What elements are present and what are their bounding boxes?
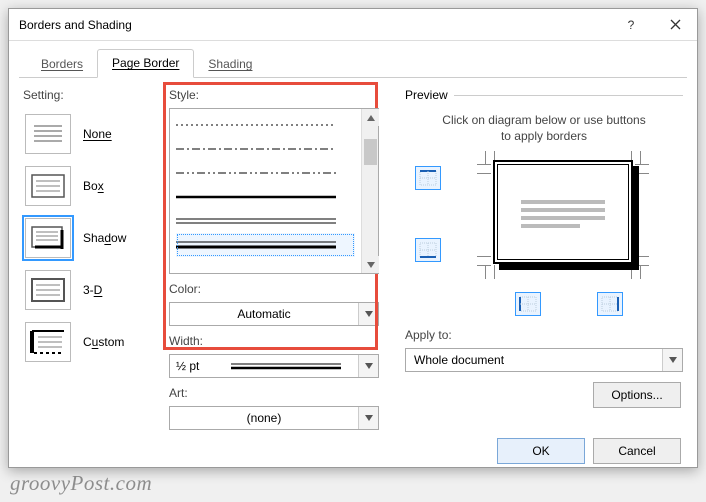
dialog-footer: OK Cancel [9, 434, 697, 467]
style-item[interactable] [176, 161, 355, 185]
setting-custom-label: Custom [83, 335, 124, 349]
tab-shading[interactable]: Shading [194, 51, 266, 78]
preview-label: Preview [405, 88, 448, 102]
chevron-down-icon [358, 407, 378, 429]
chevron-down-icon [662, 349, 682, 371]
cancel-button[interactable]: Cancel [593, 438, 681, 464]
watermark: groovyPost.com [10, 471, 152, 496]
setting-shadow-icon [25, 218, 71, 258]
art-label: Art: [169, 386, 379, 400]
scroll-up-button[interactable] [362, 109, 379, 126]
options-button[interactable]: Options... [593, 382, 681, 408]
tabstrip: Borders Page Border Shading [9, 41, 697, 78]
applyto-dropdown[interactable]: Whole document [405, 348, 683, 372]
chevron-down-icon [358, 303, 378, 325]
color-value: Automatic [170, 307, 358, 321]
width-value: ½ pt [170, 359, 214, 373]
window-title: Borders and Shading [19, 18, 609, 32]
help-button[interactable]: ? [609, 9, 653, 41]
ok-button[interactable]: OK [497, 438, 585, 464]
border-right-button[interactable] [597, 292, 623, 316]
style-item[interactable] [176, 113, 355, 137]
art-value: (none) [170, 411, 358, 425]
setting-none[interactable]: None [23, 108, 163, 160]
setting-box-icon [25, 166, 71, 206]
preview-instruction: Click on diagram below or use buttonsto … [425, 112, 663, 144]
setting-none-label: None [83, 127, 112, 141]
style-label: Style: [169, 88, 379, 102]
border-left-button[interactable] [515, 292, 541, 316]
style-item[interactable] [176, 209, 355, 233]
setting-none-icon [25, 114, 71, 154]
width-label: Width: [169, 334, 379, 348]
style-item-selected[interactable] [176, 233, 355, 257]
width-preview [214, 362, 358, 370]
chevron-down-icon [358, 355, 378, 377]
width-dropdown[interactable]: ½ pt [169, 354, 379, 378]
style-item[interactable] [176, 185, 355, 209]
style-item[interactable] [176, 137, 355, 161]
scroll-thumb[interactable] [364, 139, 377, 165]
titlebar: Borders and Shading ? [9, 9, 697, 41]
border-top-button[interactable] [415, 166, 441, 190]
setting-box[interactable]: Box [23, 160, 163, 212]
preview-diagram [405, 152, 683, 302]
borders-shading-dialog: Borders and Shading ? Borders Page Borde… [8, 8, 698, 468]
setting-box-label: Box [83, 179, 104, 193]
style-group: Style: [169, 88, 379, 430]
setting-group: Setting: None Box [23, 88, 163, 430]
setting-3d-label: 3-3-DD [83, 283, 102, 297]
preview-group: Preview Click on diagram below or use bu… [385, 88, 683, 430]
setting-custom-icon [25, 322, 71, 362]
close-button[interactable] [653, 9, 697, 41]
tab-page-border[interactable]: Page Border [97, 49, 194, 78]
scroll-down-button[interactable] [362, 256, 379, 273]
preview-page[interactable] [493, 160, 633, 264]
applyto-value: Whole document [406, 353, 662, 367]
color-dropdown[interactable]: Automatic [169, 302, 379, 326]
setting-label: Setting: [23, 88, 163, 102]
setting-3d-icon [25, 270, 71, 310]
applyto-label: Apply to: [405, 328, 683, 342]
color-label: Color: [169, 282, 379, 296]
style-scrollbar[interactable] [361, 109, 378, 273]
art-dropdown[interactable]: (none) [169, 406, 379, 430]
setting-3d[interactable]: 3-3-DD [23, 264, 163, 316]
border-bottom-button[interactable] [415, 238, 441, 262]
setting-shadow-label: Shadow [83, 231, 126, 245]
setting-custom[interactable]: Custom [23, 316, 163, 368]
tab-borders[interactable]: Borders [27, 51, 97, 78]
setting-shadow[interactable]: Shadow [23, 212, 163, 264]
style-listbox[interactable] [169, 108, 379, 274]
